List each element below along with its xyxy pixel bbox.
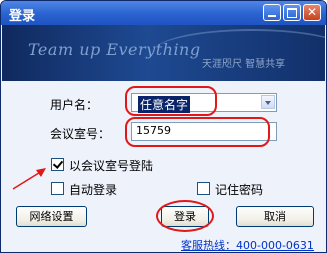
arrow-head <box>36 168 46 177</box>
login-by-room-label: 以会议室号登陆 <box>69 159 154 173</box>
auto-login-checkbox[interactable] <box>51 182 64 195</box>
arrow-line <box>12 170 43 190</box>
remember-password-checkbox[interactable] <box>197 182 210 195</box>
cancel-button[interactable]: 取消 <box>236 206 314 227</box>
network-settings-button[interactable]: 网络设置 <box>16 206 87 227</box>
login-annotation-ring <box>156 200 214 232</box>
login-window: 登录 ✕ Team up Everything 天涯咫尺 智慧共享 用户名： 任… <box>0 0 327 253</box>
login-by-room-checkbox[interactable] <box>51 158 64 171</box>
hotline-link[interactable]: 客服热线：400-000-0631 <box>181 237 314 252</box>
remember-password-label: 记住密码 <box>215 183 264 197</box>
auto-login-label: 自动登录 <box>69 183 118 197</box>
